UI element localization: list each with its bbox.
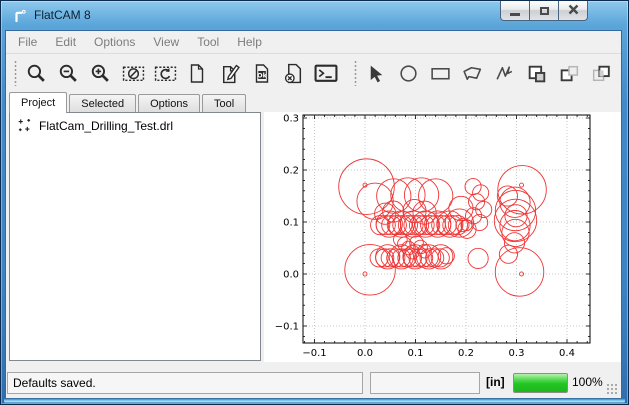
- svg-text:0.0: 0.0: [283, 270, 299, 281]
- menu-item-help[interactable]: Help: [228, 31, 271, 54]
- status-bar: Defaults saved. [in] 100%: [6, 369, 621, 398]
- menu-item-edit[interactable]: Edit: [46, 31, 85, 54]
- svg-text:0.2: 0.2: [458, 348, 474, 359]
- project-tree-panel[interactable]: FlatCam_Drilling_Test.drl: [9, 112, 261, 361]
- toolbar-button-zoom-in[interactable]: [88, 59, 113, 87]
- tab-tool[interactable]: Tool: [202, 94, 246, 114]
- zoom-in-icon: [90, 63, 111, 84]
- status-aux-field: [370, 372, 480, 394]
- zoom-fit-icon: [26, 63, 47, 84]
- draw-polygon-icon: [461, 63, 484, 84]
- drill-plot-svg: −0.1 0.0 0.1 0.2 0.3 0.4 −0.1 0.0 0.1 0.2 0.3: [264, 112, 621, 362]
- close-icon: [568, 2, 579, 20]
- toolbar-button-draw-polyline[interactable]: [492, 59, 517, 87]
- menu-item-options[interactable]: Options: [85, 31, 144, 54]
- menu-item-tool[interactable]: Tool: [188, 31, 228, 54]
- window-controls: [501, 1, 588, 21]
- shell-icon: [314, 63, 338, 84]
- toolbar-button-replot[interactable]: [153, 59, 178, 87]
- shape-subtract-icon: [558, 63, 581, 84]
- edit-object-icon: [219, 63, 240, 84]
- toolbar-button-shape-subtract[interactable]: [557, 59, 582, 87]
- tab-bar: ProjectSelectedOptionsTool: [9, 92, 248, 113]
- toolbar-drag-handle: [354, 60, 358, 86]
- menu-item-view[interactable]: View: [144, 31, 188, 54]
- svg-text:0.0: 0.0: [357, 348, 373, 359]
- toolbar-button-shape-union[interactable]: [525, 59, 550, 87]
- toolbar-drag-handle: [14, 60, 18, 86]
- svg-text:−0.1: −0.1: [302, 348, 326, 359]
- svg-text:0.1: 0.1: [408, 348, 424, 359]
- svg-text:Ok: Ok: [257, 71, 268, 79]
- status-message: Defaults saved.: [7, 372, 363, 394]
- select-arrow-icon: [366, 63, 387, 84]
- close-button[interactable]: [558, 1, 588, 21]
- svg-text:−0.1: −0.1: [275, 322, 299, 333]
- plot-canvas[interactable]: −0.1 0.0 0.1 0.2 0.3 0.4 −0.1 0.0 0.1 0.2 0.3: [264, 112, 621, 362]
- tab-selected[interactable]: Selected: [69, 94, 136, 114]
- replot-icon: [154, 63, 177, 84]
- menu-bar: FileEditOptionsViewToolHelp: [6, 31, 621, 54]
- title-bar[interactable]: FlatCAM 8: [1, 1, 628, 30]
- tree-item[interactable]: FlatCam_Drilling_Test.drl: [10, 113, 260, 135]
- progress-bar-fill: [514, 374, 567, 392]
- toolbar-button-clear-plot[interactable]: [120, 59, 145, 87]
- toolbar-button-new-project[interactable]: [185, 59, 210, 87]
- window-title: FlatCAM 8: [34, 1, 91, 29]
- toolbar-button-edit-object[interactable]: [217, 59, 242, 87]
- toolbar-button-select-arrow[interactable]: [364, 59, 389, 87]
- tab-project[interactable]: Project: [9, 92, 67, 113]
- progress-percent: 100%: [572, 375, 603, 389]
- toolbar-button-zoom-out[interactable]: [56, 59, 81, 87]
- progress-bar: [513, 373, 568, 393]
- clear-plot-icon: [122, 63, 145, 84]
- client-area: FileEditOptionsViewToolHelp Ok ProjectSe…: [5, 30, 622, 398]
- tree-item-label: FlatCam_Drilling_Test.drl: [39, 119, 173, 133]
- toolbar: Ok: [6, 55, 621, 91]
- draw-polyline-icon: [494, 63, 515, 84]
- toolbar-button-draw-rectangle[interactable]: [428, 59, 453, 87]
- draw-rectangle-icon: [429, 63, 452, 84]
- shape-intersect-icon: [590, 63, 613, 84]
- maximize-icon: [540, 7, 549, 15]
- new-project-icon: [187, 63, 207, 84]
- toolbar-button-draw-circle[interactable]: [396, 59, 421, 87]
- drill-marks-icon: [17, 118, 32, 133]
- toolbar-button-shell[interactable]: [314, 59, 339, 87]
- zoom-out-icon: [58, 63, 79, 84]
- delete-object-icon: [283, 63, 304, 84]
- svg-text:0.2: 0.2: [283, 166, 299, 177]
- toolbar-button-ok-object[interactable]: Ok: [249, 59, 274, 87]
- svg-text:0.3: 0.3: [509, 348, 525, 359]
- resize-grip-icon[interactable]: [606, 383, 618, 395]
- window-frame-bottom: [4, 398, 625, 403]
- toolbar-button-draw-polygon[interactable]: [460, 59, 485, 87]
- toolbar-button-shape-intersect[interactable]: [589, 59, 614, 87]
- toolbar-button-delete-object[interactable]: [281, 59, 306, 87]
- toolbar-button-zoom-fit[interactable]: [24, 59, 49, 87]
- svg-text:0.4: 0.4: [559, 348, 575, 359]
- minimize-icon: [510, 5, 520, 16]
- draw-circle-icon: [398, 63, 419, 84]
- shape-union-icon: [526, 63, 549, 84]
- ok-object-icon: Ok: [252, 63, 272, 84]
- menu-item-file[interactable]: File: [9, 31, 46, 54]
- tab-options[interactable]: Options: [138, 94, 200, 114]
- flatcam-logo-icon: [12, 8, 28, 24]
- svg-text:0.1: 0.1: [283, 218, 299, 229]
- flatcam-window: FlatCAM 8 FileEditOptionsViewToolHelp Ok…: [0, 0, 629, 405]
- units-indicator: [in]: [486, 375, 505, 389]
- maximize-button[interactable]: [529, 1, 559, 21]
- minimize-button[interactable]: [500, 1, 530, 21]
- svg-text:0.3: 0.3: [283, 114, 299, 125]
